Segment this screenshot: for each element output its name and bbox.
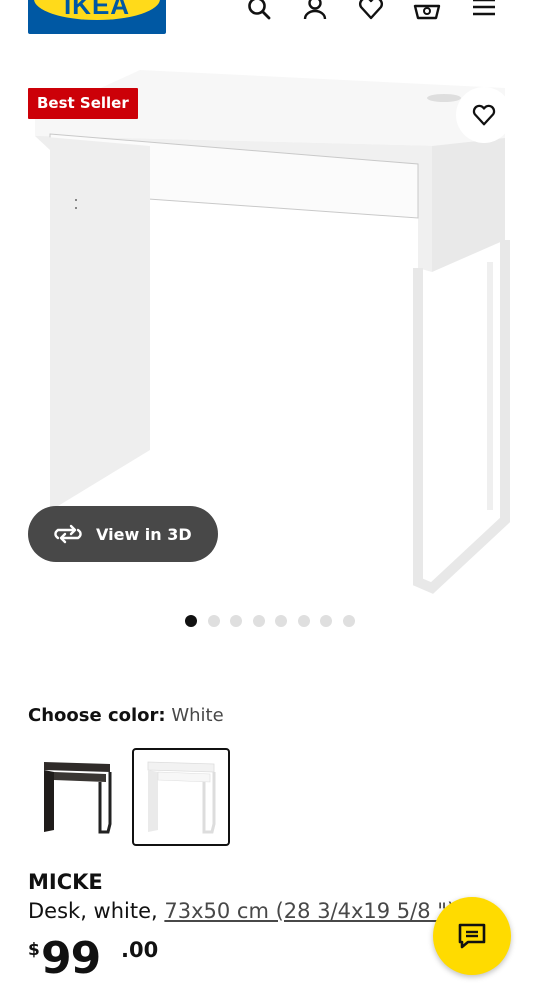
image-carousel-indicator — [185, 615, 355, 627]
carousel-dot[interactable] — [275, 615, 287, 627]
wishlist-heart-icon[interactable] — [357, 0, 385, 22]
desk-thumbnail-black-brown — [44, 762, 112, 834]
carousel-dot[interactable] — [297, 615, 310, 627]
product-description: Desk, white, 73x50 cm (28 3/4x19 5/8 ") — [28, 897, 455, 925]
carousel-dot[interactable] — [342, 615, 355, 627]
menu-icon[interactable] — [470, 0, 498, 22]
save-to-favorites-button[interactable] — [456, 87, 512, 143]
color-swatch-black-brown[interactable] — [28, 748, 126, 846]
view-in-3d-label: View in 3D — [96, 524, 192, 544]
logo-text: IKEA — [63, 0, 131, 20]
color-chooser-label: Choose color: White — [28, 704, 224, 728]
carousel-dot[interactable] — [252, 615, 265, 627]
desk-thumbnail-white — [147, 761, 216, 834]
account-icon[interactable] — [301, 0, 329, 22]
rotate-3d-icon — [54, 524, 82, 544]
carousel-dot[interactable] — [320, 615, 332, 627]
product-type: Desk, white, — [28, 899, 165, 923]
search-icon[interactable] — [245, 0, 273, 22]
carousel-dot[interactable] — [185, 615, 197, 627]
header: IKEA — [0, 0, 540, 40]
product-name: MICKE — [28, 870, 103, 894]
chat-button[interactable] — [433, 897, 511, 975]
choose-color-label: Choose color: — [28, 705, 166, 726]
selected-color-value: White — [171, 705, 224, 726]
carousel-dot[interactable] — [230, 615, 242, 627]
price-decimal: .00 — [121, 938, 159, 962]
price-currency: $ — [28, 940, 40, 960]
cart-icon[interactable] — [413, 0, 441, 22]
ikea-logo[interactable]: IKEA — [28, 0, 166, 34]
carousel-dot[interactable] — [207, 615, 220, 627]
view-in-3d-button[interactable]: View in 3D — [28, 506, 218, 562]
price-integer: 99 — [41, 933, 101, 984]
color-swatch-white[interactable] — [132, 748, 230, 846]
chat-icon — [458, 923, 486, 949]
best-seller-badge: Best Seller — [28, 88, 138, 119]
product-dimensions-link[interactable]: 73x50 cm (28 3/4x19 5/8 ") — [164, 899, 455, 923]
product-gallery[interactable]: Best Seller View in 3D — [0, 60, 540, 600]
logo-oval: IKEA — [34, 0, 160, 20]
heart-icon — [472, 104, 496, 126]
